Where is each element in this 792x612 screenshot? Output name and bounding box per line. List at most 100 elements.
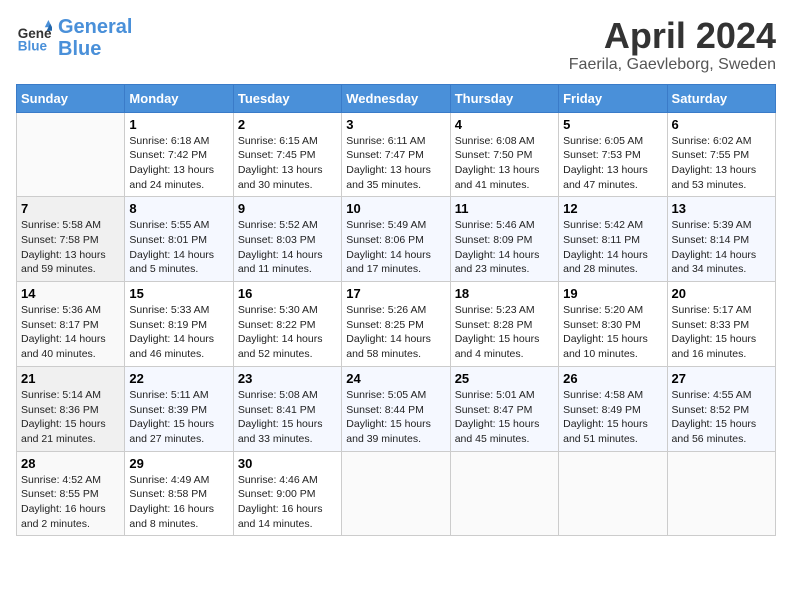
calendar-day-cell: 22 Sunrise: 5:11 AM Sunset: 8:39 PM Dayli… xyxy=(125,366,233,451)
day-number: 6 xyxy=(672,117,771,132)
day-info: Sunrise: 5:01 AM Sunset: 8:47 PM Dayligh… xyxy=(455,388,554,447)
weekday-header: Sunday xyxy=(17,84,125,112)
day-info: Sunrise: 5:17 AM Sunset: 8:33 PM Dayligh… xyxy=(672,303,771,362)
day-info: Sunrise: 4:55 AM Sunset: 8:52 PM Dayligh… xyxy=(672,388,771,447)
day-info: Sunrise: 6:05 AM Sunset: 7:53 PM Dayligh… xyxy=(563,134,662,193)
calendar-day-cell: 6 Sunrise: 6:02 AM Sunset: 7:55 PM Daylig… xyxy=(667,112,775,197)
day-number: 26 xyxy=(563,371,662,386)
day-number: 3 xyxy=(346,117,445,132)
day-info: Sunrise: 5:46 AM Sunset: 8:09 PM Dayligh… xyxy=(455,218,554,277)
calendar-day-cell: 20 Sunrise: 5:17 AM Sunset: 8:33 PM Dayli… xyxy=(667,282,775,367)
title-block: April 2024 Faerila, Gaevleborg, Sweden xyxy=(569,16,776,74)
calendar-day-cell: 30 Sunrise: 4:46 AM Sunset: 9:00 PM Dayli… xyxy=(233,451,341,536)
day-info: Sunrise: 5:33 AM Sunset: 8:19 PM Dayligh… xyxy=(129,303,228,362)
day-info: Sunrise: 4:52 AM Sunset: 8:55 PM Dayligh… xyxy=(21,473,120,532)
calendar-week-row: 21Sunrise: 5:14 AM Sunset: 8:36 PM Dayli… xyxy=(17,366,776,451)
day-info: Sunrise: 6:18 AM Sunset: 7:42 PM Dayligh… xyxy=(129,134,228,193)
day-number: 22 xyxy=(129,371,228,386)
calendar-day-cell: 19Sunrise: 5:20 AM Sunset: 8:30 PM Dayli… xyxy=(559,282,667,367)
calendar-day-cell: 27 Sunrise: 4:55 AM Sunset: 8:52 PM Dayli… xyxy=(667,366,775,451)
day-info: Sunrise: 5:36 AM Sunset: 8:17 PM Dayligh… xyxy=(21,303,120,362)
calendar-day-cell: 5Sunrise: 6:05 AM Sunset: 7:53 PM Daylig… xyxy=(559,112,667,197)
day-number: 14 xyxy=(21,286,120,301)
day-number: 9 xyxy=(238,201,337,216)
day-info: Sunrise: 5:11 AM Sunset: 8:39 PM Dayligh… xyxy=(129,388,228,447)
calendar-day-cell: 1 Sunrise: 6:18 AM Sunset: 7:42 PM Daylig… xyxy=(125,112,233,197)
calendar-day-cell: 9 Sunrise: 5:52 AM Sunset: 8:03 PM Daylig… xyxy=(233,197,341,282)
day-info: Sunrise: 6:11 AM Sunset: 7:47 PM Dayligh… xyxy=(346,134,445,193)
calendar-day-cell: 26 Sunrise: 4:58 AM Sunset: 8:49 PM Dayli… xyxy=(559,366,667,451)
weekday-header: Thursday xyxy=(450,84,558,112)
day-info: Sunrise: 5:55 AM Sunset: 8:01 PM Dayligh… xyxy=(129,218,228,277)
calendar-table: SundayMondayTuesdayWednesdayThursdayFrid… xyxy=(16,84,776,537)
day-number: 11 xyxy=(455,201,554,216)
empty-cell xyxy=(559,451,667,536)
calendar-day-cell: 4 Sunrise: 6:08 AM Sunset: 7:50 PM Daylig… xyxy=(450,112,558,197)
day-number: 2 xyxy=(238,117,337,132)
weekday-header: Monday xyxy=(125,84,233,112)
day-number: 27 xyxy=(672,371,771,386)
logo-text: GeneralBlue xyxy=(58,16,132,60)
day-number: 10 xyxy=(346,201,445,216)
calendar-day-cell: 3 Sunrise: 6:11 AM Sunset: 7:47 PM Daylig… xyxy=(342,112,450,197)
day-info: Sunrise: 5:42 AM Sunset: 8:11 PM Dayligh… xyxy=(563,218,662,277)
empty-cell xyxy=(17,112,125,197)
day-number: 1 xyxy=(129,117,228,132)
calendar-day-cell: 15 Sunrise: 5:33 AM Sunset: 8:19 PM Dayli… xyxy=(125,282,233,367)
day-number: 30 xyxy=(238,456,337,471)
day-number: 24 xyxy=(346,371,445,386)
day-number: 25 xyxy=(455,371,554,386)
calendar-day-cell: 28Sunrise: 4:52 AM Sunset: 8:55 PM Dayli… xyxy=(17,451,125,536)
calendar-body: 1 Sunrise: 6:18 AM Sunset: 7:42 PM Daylig… xyxy=(17,112,776,536)
day-number: 12 xyxy=(563,201,662,216)
day-info: Sunrise: 5:49 AM Sunset: 8:06 PM Dayligh… xyxy=(346,218,445,277)
day-number: 16 xyxy=(238,286,337,301)
day-info: Sunrise: 5:39 AM Sunset: 8:14 PM Dayligh… xyxy=(672,218,771,277)
day-number: 4 xyxy=(455,117,554,132)
day-number: 15 xyxy=(129,286,228,301)
day-info: Sunrise: 5:20 AM Sunset: 8:30 PM Dayligh… xyxy=(563,303,662,362)
day-info: Sunrise: 5:26 AM Sunset: 8:25 PM Dayligh… xyxy=(346,303,445,362)
day-info: Sunrise: 6:02 AM Sunset: 7:55 PM Dayligh… xyxy=(672,134,771,193)
calendar-day-cell: 29 Sunrise: 4:49 AM Sunset: 8:58 PM Dayli… xyxy=(125,451,233,536)
weekday-header: Tuesday xyxy=(233,84,341,112)
day-info: Sunrise: 5:58 AM Sunset: 7:58 PM Dayligh… xyxy=(21,218,120,277)
calendar-day-cell: 7Sunrise: 5:58 AM Sunset: 7:58 PM Daylig… xyxy=(17,197,125,282)
day-info: Sunrise: 5:05 AM Sunset: 8:44 PM Dayligh… xyxy=(346,388,445,447)
calendar-week-row: 1 Sunrise: 6:18 AM Sunset: 7:42 PM Daylig… xyxy=(17,112,776,197)
calendar-day-cell: 11 Sunrise: 5:46 AM Sunset: 8:09 PM Dayli… xyxy=(450,197,558,282)
day-info: Sunrise: 4:46 AM Sunset: 9:00 PM Dayligh… xyxy=(238,473,337,532)
day-number: 20 xyxy=(672,286,771,301)
day-info: Sunrise: 6:08 AM Sunset: 7:50 PM Dayligh… xyxy=(455,134,554,193)
day-info: Sunrise: 5:08 AM Sunset: 8:41 PM Dayligh… xyxy=(238,388,337,447)
day-info: Sunrise: 5:30 AM Sunset: 8:22 PM Dayligh… xyxy=(238,303,337,362)
calendar-day-cell: 10 Sunrise: 5:49 AM Sunset: 8:06 PM Dayli… xyxy=(342,197,450,282)
calendar-header: SundayMondayTuesdayWednesdayThursdayFrid… xyxy=(17,84,776,112)
svg-text:Blue: Blue xyxy=(18,39,48,54)
calendar-week-row: 14 Sunrise: 5:36 AM Sunset: 8:17 PM Dayli… xyxy=(17,282,776,367)
calendar-day-cell: 21Sunrise: 5:14 AM Sunset: 8:36 PM Dayli… xyxy=(17,366,125,451)
calendar-day-cell: 17 Sunrise: 5:26 AM Sunset: 8:25 PM Dayli… xyxy=(342,282,450,367)
day-number: 18 xyxy=(455,286,554,301)
location-title: Faerila, Gaevleborg, Sweden xyxy=(569,56,776,74)
calendar-week-row: 28Sunrise: 4:52 AM Sunset: 8:55 PM Dayli… xyxy=(17,451,776,536)
day-number: 17 xyxy=(346,286,445,301)
day-number: 8 xyxy=(129,201,228,216)
day-info: Sunrise: 5:23 AM Sunset: 8:28 PM Dayligh… xyxy=(455,303,554,362)
weekday-header: Wednesday xyxy=(342,84,450,112)
calendar-week-row: 7Sunrise: 5:58 AM Sunset: 7:58 PM Daylig… xyxy=(17,197,776,282)
day-info: Sunrise: 4:49 AM Sunset: 8:58 PM Dayligh… xyxy=(129,473,228,532)
calendar-day-cell: 8 Sunrise: 5:55 AM Sunset: 8:01 PM Daylig… xyxy=(125,197,233,282)
calendar-day-cell: 13 Sunrise: 5:39 AM Sunset: 8:14 PM Dayli… xyxy=(667,197,775,282)
page-header: General Blue GeneralBlue April 2024 Faer… xyxy=(16,16,776,74)
day-info: Sunrise: 6:15 AM Sunset: 7:45 PM Dayligh… xyxy=(238,134,337,193)
calendar-day-cell: 25 Sunrise: 5:01 AM Sunset: 8:47 PM Dayli… xyxy=(450,366,558,451)
calendar-day-cell: 12 Sunrise: 5:42 AM Sunset: 8:11 PM Dayli… xyxy=(559,197,667,282)
day-number: 29 xyxy=(129,456,228,471)
day-number: 21 xyxy=(21,371,120,386)
logo: General Blue GeneralBlue xyxy=(16,16,132,60)
calendar-day-cell: 24 Sunrise: 5:05 AM Sunset: 8:44 PM Dayli… xyxy=(342,366,450,451)
day-info: Sunrise: 5:52 AM Sunset: 8:03 PM Dayligh… xyxy=(238,218,337,277)
day-number: 13 xyxy=(672,201,771,216)
day-info: Sunrise: 4:58 AM Sunset: 8:49 PM Dayligh… xyxy=(563,388,662,447)
